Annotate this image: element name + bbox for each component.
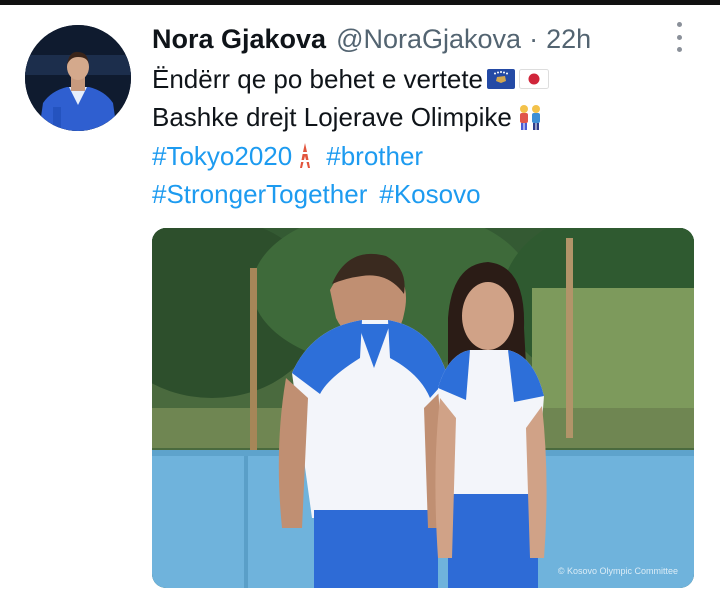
tokyo-tower-emoji [296, 142, 314, 170]
more-vertical-icon[interactable] [672, 22, 686, 52]
tweet-text-line-2: Bashke drejt Lojerave Olimpike [152, 100, 544, 134]
tweet-hashtags-line-2: #StrongerTogether #Kosovo [152, 177, 481, 211]
photo-credit: © Kosovo Olympic Committee [557, 566, 678, 576]
photo-image [152, 228, 694, 588]
tweet-text-2: Bashke drejt Lojerave Olimpike [152, 102, 512, 132]
hashtag-brother[interactable]: #brother [326, 139, 423, 173]
hashtag-tokyo2020[interactable]: #Tokyo2020 [152, 139, 292, 173]
hashtag-kosovo[interactable]: #Kosovo [379, 177, 480, 211]
kosovo-flag-emoji [487, 69, 516, 89]
author-name[interactable]: Nora Gjakova [152, 24, 326, 55]
man-and-woman-emoji [516, 103, 544, 131]
japan-flag-emoji [519, 69, 550, 89]
tweet-photo[interactable]: © Kosovo Olympic Committee [152, 228, 694, 588]
tweet-text-line-1: Ëndërr qe po behet e vertete [152, 62, 550, 96]
top-bar [0, 0, 720, 5]
tweet-timestamp[interactable]: 22h [546, 24, 591, 55]
tweet-header: Nora Gjakova @NoraGjakova · 22h [152, 22, 591, 56]
avatar-image [25, 25, 131, 131]
tweet-hashtags-line-1: #Tokyo2020 #brother [152, 139, 423, 173]
tweet-text-1: Ëndërr qe po behet e vertete [152, 64, 484, 94]
separator-dot: · [529, 23, 539, 54]
avatar[interactable] [25, 25, 131, 131]
author-handle[interactable]: @NoraGjakova [336, 24, 521, 55]
hashtag-strongertogether[interactable]: #StrongerTogether [152, 177, 367, 211]
